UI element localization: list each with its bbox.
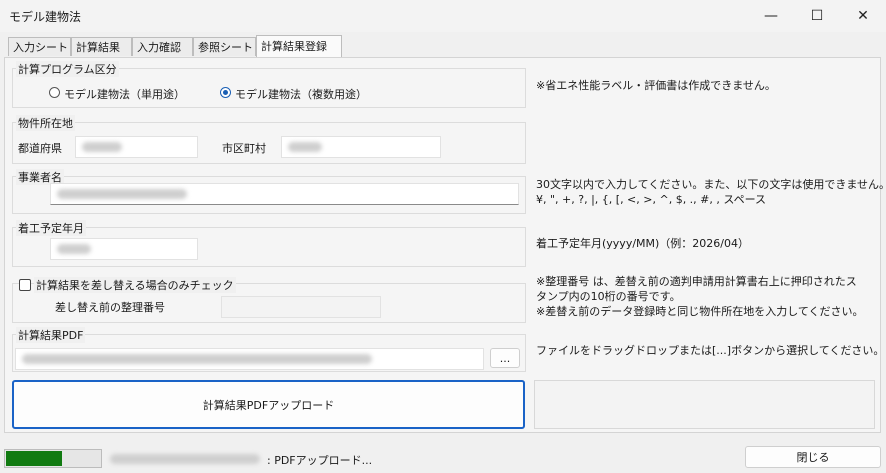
start-group-label: 着工予定年月 <box>16 220 86 236</box>
start-month-input[interactable] <box>50 238 198 260</box>
window-title: モデル建物法 <box>9 10 82 24</box>
start-note: 着工予定年月(yyyy/MM)（例：2026/04） <box>536 237 750 250</box>
business-name-redacted <box>57 189 187 199</box>
program-note: ※省エネ性能ラベル・評価書は作成できません。 <box>536 79 776 92</box>
tab-input-confirm[interactable]: 入力確認 <box>132 37 193 56</box>
tab-calc-result[interactable]: 計算結果 <box>71 37 132 56</box>
replace-note-line1: ※整理番号 は、差替え前の適判申請用計算書右上に押印されたス <box>536 275 857 288</box>
status-filename-redacted <box>110 453 262 464</box>
replace-note-line3: ※差替え前のデータ登録時と同じ物件所在地を入力してください。 <box>536 305 864 318</box>
progress-fill <box>6 451 62 466</box>
minimize-button[interactable]: — <box>748 0 794 32</box>
title-bar: モデル建物法 — ☐ ✕ <box>0 0 886 32</box>
upload-pdf-button[interactable]: 計算結果PDFアップロード <box>12 380 525 429</box>
radio-single-use-label[interactable]: モデル建物法（単用途） <box>64 86 185 102</box>
pdf-path-input[interactable] <box>15 348 484 370</box>
pdf-note: ファイルをドラッグドロップまたは[...]ボタンから選択してください。 <box>536 344 885 357</box>
maximize-button[interactable]: ☐ <box>794 0 840 32</box>
close-window-button[interactable]: ✕ <box>840 0 886 32</box>
replace-checkbox-label[interactable]: 計算結果を差し替える場合のみチェック <box>34 277 236 293</box>
minimize-icon: — <box>764 8 778 24</box>
replace-checkbox[interactable] <box>19 279 31 291</box>
prefecture-input[interactable] <box>75 136 198 158</box>
tab-reference-sheet[interactable]: 参照シート <box>193 37 256 56</box>
old-number-input[interactable] <box>221 296 381 318</box>
tab-calc-result-register[interactable]: 計算結果登録 <box>256 35 342 58</box>
close-dialog-button[interactable]: 閉じる <box>745 446 881 468</box>
city-value-redacted <box>288 142 322 152</box>
browse-button[interactable]: ... <box>490 348 520 368</box>
program-group-label: 計算プログラム区分 <box>16 61 119 77</box>
business-name-input[interactable] <box>50 183 519 205</box>
drop-area[interactable] <box>534 380 875 429</box>
old-number-label: 差し替え前の整理番号 <box>55 301 165 314</box>
prefecture-label: 都道府県 <box>18 142 62 155</box>
radio-multi-use-label[interactable]: モデル建物法（複数用途） <box>235 86 367 102</box>
replace-note-line2: タンプ内の10桁の番号です。 <box>536 290 681 303</box>
prefecture-value-redacted <box>82 142 122 152</box>
city-label: 市区町村 <box>222 142 266 155</box>
tab-input-sheet[interactable]: 入力シート <box>8 37 71 56</box>
location-group-label: 物件所在地 <box>16 115 75 131</box>
maximize-icon: ☐ <box>810 8 824 24</box>
status-message: : PDFアップロード... <box>267 454 373 467</box>
city-input[interactable] <box>281 136 441 158</box>
pdf-path-redacted <box>22 354 372 364</box>
radio-single-use[interactable] <box>49 87 60 98</box>
business-note-line2: ¥, ", +, ?, |, {, [, <, >, ^, $, ., #, ,… <box>536 193 767 206</box>
start-month-redacted <box>57 244 91 254</box>
upload-progress-bar <box>4 449 102 468</box>
radio-multi-use[interactable] <box>220 87 231 98</box>
close-icon: ✕ <box>857 8 869 24</box>
business-note-line1: 30文字以内で入力してください。また、以下の文字は使用できません。 <box>536 178 886 191</box>
pdf-group-label: 計算結果PDF <box>16 327 86 343</box>
